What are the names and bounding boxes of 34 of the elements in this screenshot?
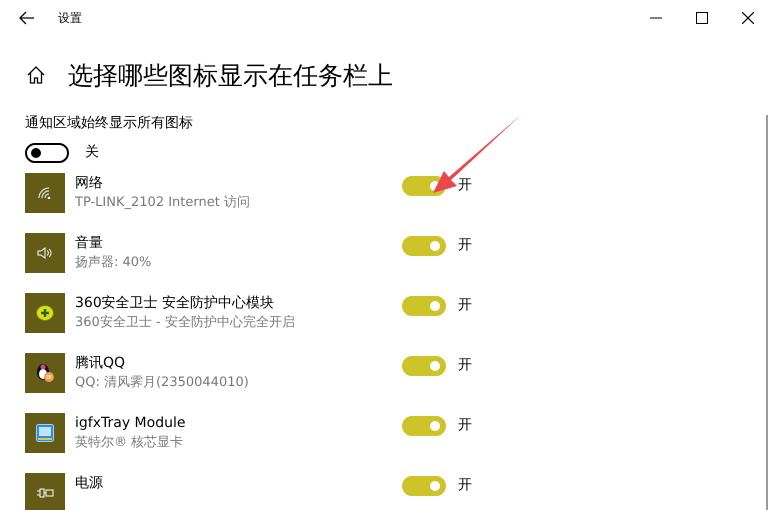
wifi-icon (38, 187, 52, 199)
toggle-state: 开 (458, 176, 472, 195)
minimize-icon (650, 16, 662, 18)
toggle-state: 开 (458, 236, 472, 255)
app-name: 网络 (75, 174, 104, 193)
toggle-state: 关 (85, 143, 99, 162)
close-icon (742, 12, 754, 24)
toggle-state: 开 (458, 476, 472, 495)
app-status: QQ: 清风霁月(2350044010) (75, 374, 250, 392)
toggle-state: 开 (458, 356, 472, 375)
plug-icon (36, 488, 54, 498)
app-name: 腾讯QQ (75, 354, 126, 373)
toggle-switch[interactable] (25, 142, 69, 162)
app-name: 360安全卫士 安全防护中心模块 (75, 294, 276, 313)
back-arrow-icon (19, 10, 35, 24)
toggle-state: 开 (458, 296, 472, 315)
app-status: 扬声器: 40% (75, 254, 152, 272)
maximize-icon (696, 12, 708, 24)
home-icon[interactable] (27, 66, 45, 84)
app-status: TP-LINK_2102 Internet 访问 (75, 194, 251, 212)
page-heading: 选择哪些图标显示在任务栏上 (68, 62, 393, 88)
app-status: 360安全卫士 - 安全防护中心完全开启 (75, 314, 296, 332)
window-title: 设置 (58, 10, 82, 26)
penguin-icon (35, 363, 55, 383)
app-name: igfxTray Module (75, 414, 186, 433)
app-status: 英特尔® 核芯显卡 (75, 434, 184, 452)
scrollbar[interactable] (766, 115, 768, 510)
app-name: 音量 (75, 234, 104, 253)
app-name: 电源 (75, 474, 104, 493)
speaker-icon (37, 246, 53, 260)
monitor-icon (36, 424, 54, 442)
toggle-state: 开 (458, 416, 472, 435)
shield-plus-icon (36, 305, 54, 321)
setting-label: 通知区域始终显示所有图标 (25, 114, 194, 133)
